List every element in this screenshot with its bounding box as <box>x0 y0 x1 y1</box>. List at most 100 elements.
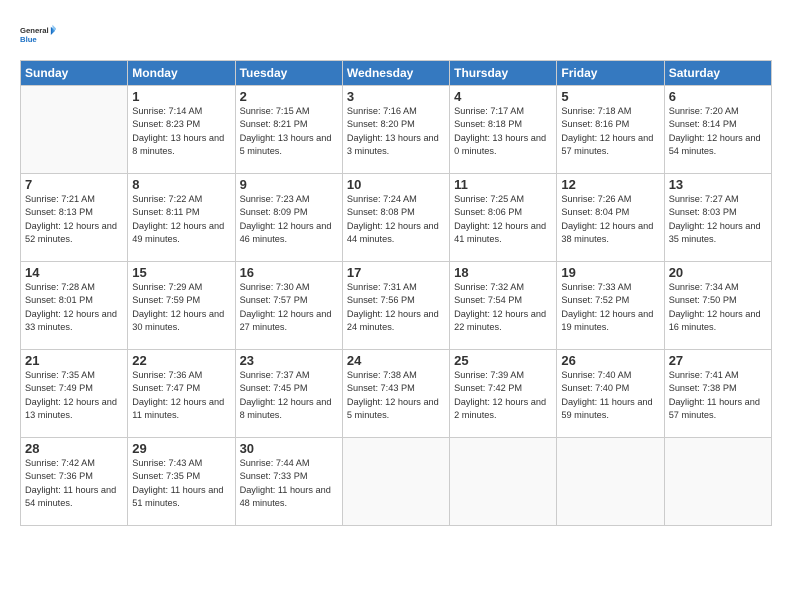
calendar-cell <box>450 438 557 526</box>
day-number: 6 <box>669 89 767 104</box>
page: GeneralBlue SundayMondayTuesdayWednesday… <box>0 0 792 612</box>
col-header-friday: Friday <box>557 61 664 86</box>
day-number: 13 <box>669 177 767 192</box>
day-info: Sunrise: 7:30 AM Sunset: 7:57 PM Dayligh… <box>240 281 338 334</box>
calendar: SundayMondayTuesdayWednesdayThursdayFrid… <box>20 60 772 526</box>
calendar-cell: 8Sunrise: 7:22 AM Sunset: 8:11 PM Daylig… <box>128 174 235 262</box>
svg-text:General: General <box>20 26 49 35</box>
calendar-week-1: 1Sunrise: 7:14 AM Sunset: 8:23 PM Daylig… <box>21 86 772 174</box>
calendar-cell: 1Sunrise: 7:14 AM Sunset: 8:23 PM Daylig… <box>128 86 235 174</box>
header: GeneralBlue <box>20 16 772 52</box>
logo: GeneralBlue <box>20 16 56 52</box>
day-info: Sunrise: 7:22 AM Sunset: 8:11 PM Dayligh… <box>132 193 230 246</box>
day-info: Sunrise: 7:38 AM Sunset: 7:43 PM Dayligh… <box>347 369 445 422</box>
day-number: 25 <box>454 353 552 368</box>
day-info: Sunrise: 7:20 AM Sunset: 8:14 PM Dayligh… <box>669 105 767 158</box>
day-number: 27 <box>669 353 767 368</box>
calendar-cell: 29Sunrise: 7:43 AM Sunset: 7:35 PM Dayli… <box>128 438 235 526</box>
day-info: Sunrise: 7:24 AM Sunset: 8:08 PM Dayligh… <box>347 193 445 246</box>
day-number: 1 <box>132 89 230 104</box>
col-header-monday: Monday <box>128 61 235 86</box>
calendar-cell: 9Sunrise: 7:23 AM Sunset: 8:09 PM Daylig… <box>235 174 342 262</box>
calendar-cell: 22Sunrise: 7:36 AM Sunset: 7:47 PM Dayli… <box>128 350 235 438</box>
day-info: Sunrise: 7:43 AM Sunset: 7:35 PM Dayligh… <box>132 457 230 510</box>
day-number: 10 <box>347 177 445 192</box>
day-number: 9 <box>240 177 338 192</box>
col-header-saturday: Saturday <box>664 61 771 86</box>
calendar-cell: 20Sunrise: 7:34 AM Sunset: 7:50 PM Dayli… <box>664 262 771 350</box>
calendar-cell: 21Sunrise: 7:35 AM Sunset: 7:49 PM Dayli… <box>21 350 128 438</box>
day-number: 21 <box>25 353 123 368</box>
calendar-cell: 11Sunrise: 7:25 AM Sunset: 8:06 PM Dayli… <box>450 174 557 262</box>
day-number: 5 <box>561 89 659 104</box>
day-number: 22 <box>132 353 230 368</box>
day-info: Sunrise: 7:36 AM Sunset: 7:47 PM Dayligh… <box>132 369 230 422</box>
calendar-cell: 13Sunrise: 7:27 AM Sunset: 8:03 PM Dayli… <box>664 174 771 262</box>
col-header-thursday: Thursday <box>450 61 557 86</box>
day-number: 16 <box>240 265 338 280</box>
day-number: 12 <box>561 177 659 192</box>
day-info: Sunrise: 7:39 AM Sunset: 7:42 PM Dayligh… <box>454 369 552 422</box>
col-header-sunday: Sunday <box>21 61 128 86</box>
calendar-cell: 18Sunrise: 7:32 AM Sunset: 7:54 PM Dayli… <box>450 262 557 350</box>
day-info: Sunrise: 7:33 AM Sunset: 7:52 PM Dayligh… <box>561 281 659 334</box>
calendar-cell: 19Sunrise: 7:33 AM Sunset: 7:52 PM Dayli… <box>557 262 664 350</box>
calendar-cell: 16Sunrise: 7:30 AM Sunset: 7:57 PM Dayli… <box>235 262 342 350</box>
calendar-header-row: SundayMondayTuesdayWednesdayThursdayFrid… <box>21 61 772 86</box>
day-number: 29 <box>132 441 230 456</box>
calendar-cell: 25Sunrise: 7:39 AM Sunset: 7:42 PM Dayli… <box>450 350 557 438</box>
calendar-cell <box>664 438 771 526</box>
calendar-week-4: 21Sunrise: 7:35 AM Sunset: 7:49 PM Dayli… <box>21 350 772 438</box>
calendar-cell: 30Sunrise: 7:44 AM Sunset: 7:33 PM Dayli… <box>235 438 342 526</box>
calendar-week-2: 7Sunrise: 7:21 AM Sunset: 8:13 PM Daylig… <box>21 174 772 262</box>
calendar-cell: 6Sunrise: 7:20 AM Sunset: 8:14 PM Daylig… <box>664 86 771 174</box>
day-info: Sunrise: 7:35 AM Sunset: 7:49 PM Dayligh… <box>25 369 123 422</box>
day-number: 15 <box>132 265 230 280</box>
calendar-cell: 14Sunrise: 7:28 AM Sunset: 8:01 PM Dayli… <box>21 262 128 350</box>
calendar-cell: 10Sunrise: 7:24 AM Sunset: 8:08 PM Dayli… <box>342 174 449 262</box>
day-number: 17 <box>347 265 445 280</box>
day-info: Sunrise: 7:15 AM Sunset: 8:21 PM Dayligh… <box>240 105 338 158</box>
calendar-cell: 28Sunrise: 7:42 AM Sunset: 7:36 PM Dayli… <box>21 438 128 526</box>
day-info: Sunrise: 7:18 AM Sunset: 8:16 PM Dayligh… <box>561 105 659 158</box>
day-number: 19 <box>561 265 659 280</box>
day-info: Sunrise: 7:16 AM Sunset: 8:20 PM Dayligh… <box>347 105 445 158</box>
day-number: 18 <box>454 265 552 280</box>
calendar-week-5: 28Sunrise: 7:42 AM Sunset: 7:36 PM Dayli… <box>21 438 772 526</box>
day-number: 23 <box>240 353 338 368</box>
day-info: Sunrise: 7:42 AM Sunset: 7:36 PM Dayligh… <box>25 457 123 510</box>
calendar-cell: 2Sunrise: 7:15 AM Sunset: 8:21 PM Daylig… <box>235 86 342 174</box>
day-info: Sunrise: 7:28 AM Sunset: 8:01 PM Dayligh… <box>25 281 123 334</box>
day-info: Sunrise: 7:29 AM Sunset: 7:59 PM Dayligh… <box>132 281 230 334</box>
day-number: 2 <box>240 89 338 104</box>
day-number: 11 <box>454 177 552 192</box>
day-number: 30 <box>240 441 338 456</box>
col-header-wednesday: Wednesday <box>342 61 449 86</box>
calendar-cell <box>342 438 449 526</box>
calendar-cell: 3Sunrise: 7:16 AM Sunset: 8:20 PM Daylig… <box>342 86 449 174</box>
day-number: 8 <box>132 177 230 192</box>
calendar-cell: 5Sunrise: 7:18 AM Sunset: 8:16 PM Daylig… <box>557 86 664 174</box>
day-info: Sunrise: 7:21 AM Sunset: 8:13 PM Dayligh… <box>25 193 123 246</box>
day-info: Sunrise: 7:44 AM Sunset: 7:33 PM Dayligh… <box>240 457 338 510</box>
calendar-cell: 24Sunrise: 7:38 AM Sunset: 7:43 PM Dayli… <box>342 350 449 438</box>
day-number: 3 <box>347 89 445 104</box>
day-number: 20 <box>669 265 767 280</box>
day-number: 4 <box>454 89 552 104</box>
day-info: Sunrise: 7:34 AM Sunset: 7:50 PM Dayligh… <box>669 281 767 334</box>
calendar-cell: 12Sunrise: 7:26 AM Sunset: 8:04 PM Dayli… <box>557 174 664 262</box>
day-info: Sunrise: 7:40 AM Sunset: 7:40 PM Dayligh… <box>561 369 659 422</box>
calendar-cell <box>557 438 664 526</box>
calendar-cell: 4Sunrise: 7:17 AM Sunset: 8:18 PM Daylig… <box>450 86 557 174</box>
day-number: 26 <box>561 353 659 368</box>
day-info: Sunrise: 7:17 AM Sunset: 8:18 PM Dayligh… <box>454 105 552 158</box>
day-info: Sunrise: 7:14 AM Sunset: 8:23 PM Dayligh… <box>132 105 230 158</box>
logo-icon: GeneralBlue <box>20 16 56 52</box>
calendar-cell: 15Sunrise: 7:29 AM Sunset: 7:59 PM Dayli… <box>128 262 235 350</box>
day-number: 24 <box>347 353 445 368</box>
day-info: Sunrise: 7:26 AM Sunset: 8:04 PM Dayligh… <box>561 193 659 246</box>
calendar-week-3: 14Sunrise: 7:28 AM Sunset: 8:01 PM Dayli… <box>21 262 772 350</box>
day-number: 7 <box>25 177 123 192</box>
day-number: 28 <box>25 441 123 456</box>
day-number: 14 <box>25 265 123 280</box>
